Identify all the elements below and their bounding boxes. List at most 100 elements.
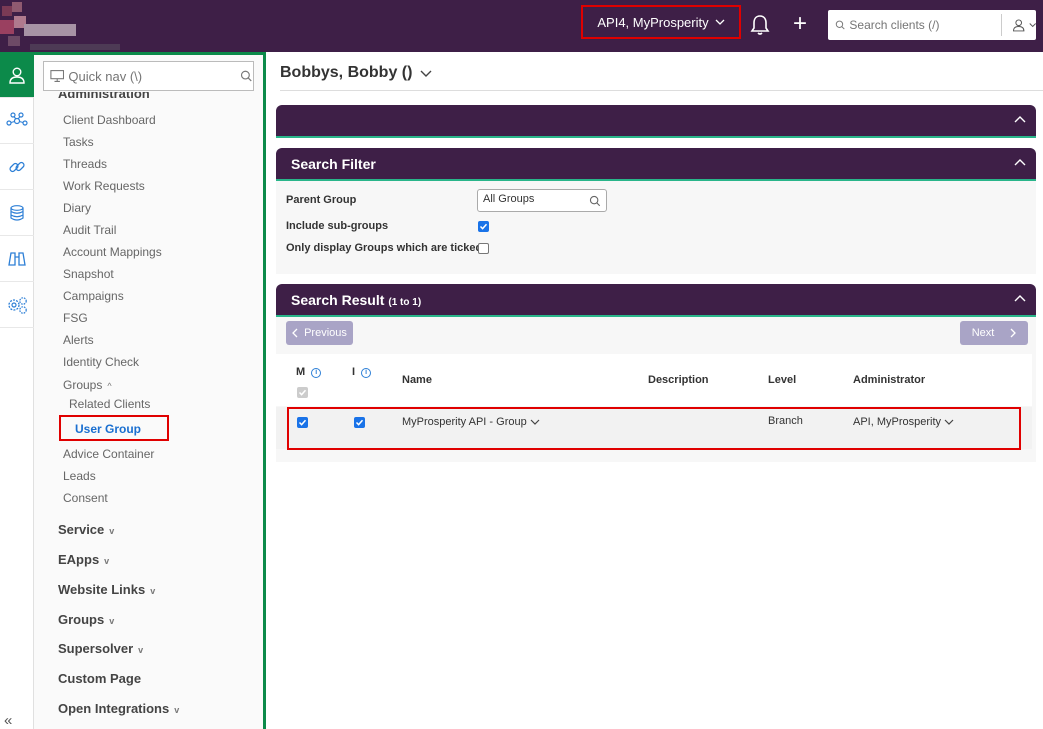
column-name[interactable]: Name — [402, 374, 432, 386]
ticked-only-checkbox[interactable] — [478, 243, 489, 254]
chevron-up-icon[interactable] — [1014, 295, 1026, 302]
search-icon[interactable] — [589, 195, 601, 207]
search-filter-title: Search Filter — [291, 156, 376, 172]
add-icon[interactable]: + — [791, 12, 809, 36]
parent-group-select[interactable]: All Groups — [477, 189, 607, 212]
column-level[interactable]: Level — [768, 374, 796, 386]
nav-section-supersolver[interactable]: Supersolver v — [58, 641, 143, 656]
chevron-down-icon: v — [109, 616, 115, 626]
quick-nav-box[interactable] — [43, 61, 254, 91]
search-clients-box[interactable] — [828, 10, 1036, 40]
search-result-title: Search Result (1 to 1) — [291, 292, 422, 308]
nav-section-eapps[interactable]: EApps v — [58, 552, 109, 567]
nav-item[interactable]: Audit Trail — [63, 223, 116, 237]
rail-settings[interactable] — [0, 282, 34, 328]
user-icon — [9, 67, 25, 84]
client-switcher[interactable]: API4, MyProsperity — [581, 5, 741, 39]
nav-section-website-links[interactable]: Website Links v — [58, 582, 155, 597]
nav-item[interactable]: Client Dashboard — [63, 113, 156, 127]
column-administrator[interactable]: Administrator — [853, 374, 925, 386]
chevron-down-icon: v — [104, 556, 110, 566]
search-icon[interactable] — [240, 69, 253, 83]
chevron-down-icon: v — [150, 586, 156, 596]
ticked-only-label: Only display Groups which are ticked — [286, 242, 483, 254]
search-result-range: (1 to 1) — [388, 297, 422, 308]
chevron-down-icon[interactable] — [1028, 22, 1036, 28]
nav-item[interactable]: Alerts — [63, 333, 94, 347]
chevron-up-icon[interactable] — [1014, 159, 1026, 166]
nav-section-administration[interactable]: Administration — [58, 92, 150, 102]
previous-button-label: Previous — [304, 327, 347, 339]
search-filter-header[interactable]: Search Filter — [276, 148, 1036, 181]
nav-section-custom-page[interactable]: Custom Page — [58, 671, 141, 686]
panel-header-empty[interactable] — [276, 105, 1036, 138]
rail-network[interactable] — [0, 98, 34, 144]
collapse-sidebar-icon[interactable]: « — [4, 712, 12, 729]
parent-group-label: Parent Group — [286, 194, 357, 206]
search-result-header[interactable]: Search Result (1 to 1) — [276, 284, 1036, 317]
nav-item[interactable]: Snapshot — [63, 267, 114, 281]
monitor-icon — [50, 70, 65, 82]
divider — [1001, 14, 1003, 36]
search-clients-input[interactable] — [849, 18, 990, 32]
chevron-up-icon[interactable] — [1014, 116, 1026, 123]
column-description[interactable]: Description — [648, 374, 709, 386]
chevron-down-icon — [715, 19, 725, 25]
chevron-up-icon: ^ — [107, 381, 112, 391]
app-logo[interactable] — [0, 0, 120, 52]
parent-group-value: All Groups — [483, 193, 535, 205]
binoculars-icon — [8, 251, 26, 266]
nav-item[interactable]: Account Mappings — [63, 245, 162, 259]
client-title-text: Bobbys, Bobby () — [280, 64, 413, 81]
icon-rail: « — [0, 52, 34, 729]
gears-icon — [8, 296, 27, 314]
bell-icon[interactable] — [750, 14, 770, 36]
link-icon — [9, 161, 25, 172]
nav-item-groups[interactable]: Groups ^ — [63, 378, 112, 392]
quick-nav-panel: Administration Client Dashboard Tasks Th… — [34, 52, 266, 729]
client-title[interactable]: Bobbys, Bobby () — [280, 64, 432, 82]
nav-item[interactable]: FSG — [63, 311, 88, 325]
chevron-down-icon: v — [174, 705, 180, 715]
include-subgroups-checkbox[interactable] — [478, 221, 489, 232]
rail-links[interactable] — [0, 144, 34, 190]
quick-nav-input[interactable] — [68, 68, 229, 84]
info-icon[interactable]: i — [311, 368, 322, 378]
info-icon[interactable]: i — [361, 368, 372, 378]
nav-item[interactable]: Consent — [63, 491, 108, 505]
next-button[interactable]: Next — [960, 321, 1028, 345]
chevron-down-icon: v — [138, 645, 144, 655]
nav-item[interactable]: Tasks — [63, 135, 94, 149]
column-m[interactable]: Mi — [296, 366, 322, 378]
user-icon[interactable] — [1012, 16, 1025, 34]
nav-item[interactable]: Work Requests — [63, 179, 145, 193]
search-icon — [835, 20, 845, 30]
rail-binoculars[interactable] — [0, 236, 34, 282]
previous-button[interactable]: Previous — [286, 321, 353, 345]
nav-section-service[interactable]: Service v — [58, 522, 114, 537]
divider — [280, 90, 1043, 91]
nav-subitem-user-group-label: User Group — [75, 422, 142, 436]
nav-item[interactable]: Leads — [63, 469, 96, 483]
nav-item[interactable]: Threads — [63, 157, 107, 171]
nav-item[interactable]: Advice Container — [63, 447, 154, 461]
chevron-left-icon — [292, 328, 298, 338]
nav-item[interactable]: Identity Check — [63, 355, 139, 369]
nav-item-groups-label: Groups — [63, 378, 103, 392]
nav-item[interactable]: Campaigns — [63, 289, 124, 303]
main-content: Bobbys, Bobby () Search Filter Parent Gr… — [276, 52, 1043, 729]
nav-item[interactable]: Diary — [63, 201, 91, 215]
column-i[interactable]: Ii — [352, 366, 372, 378]
nav-subitem-user-group[interactable]: User Group — [59, 415, 169, 441]
nav-section-open-integrations[interactable]: Open Integrations v — [58, 701, 179, 716]
nav-section-groups[interactable]: Groups v — [58, 612, 114, 627]
database-icon — [10, 204, 24, 221]
chevron-right-icon — [1010, 328, 1017, 338]
rail-database[interactable] — [0, 190, 34, 236]
next-button-label: Next — [971, 327, 995, 339]
row-highlight-box — [287, 407, 1021, 450]
top-bar: API4, MyProsperity + — [0, 0, 1043, 52]
nav-subitem-related-clients[interactable]: Related Clients — [69, 397, 150, 411]
rail-clients[interactable] — [0, 52, 34, 98]
chevron-down-icon — [420, 70, 432, 77]
